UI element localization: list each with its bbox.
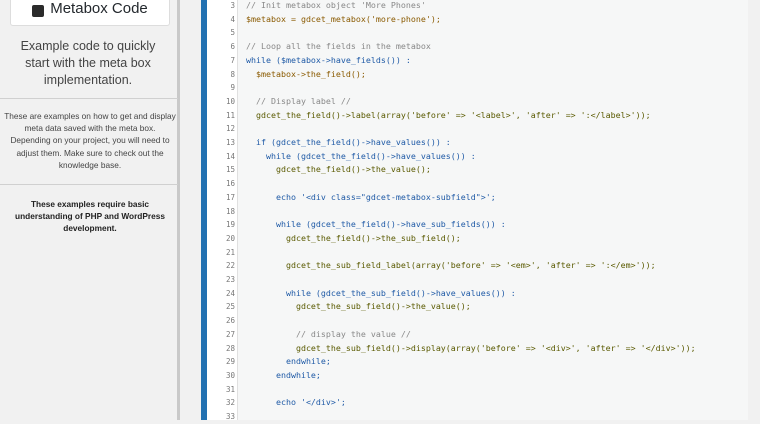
line-number: 15 [225, 165, 235, 175]
line-number: 10 [225, 96, 235, 106]
line-number: 8 [230, 69, 235, 79]
line-number: 31 [225, 384, 235, 394]
title-text: Metabox Code [50, 0, 148, 17]
code-text: gdcet_the_field()->the_value(); [246, 164, 431, 175]
line-number: 11 [225, 110, 235, 120]
line-number: 29 [225, 357, 235, 367]
line-number: 28 [225, 343, 235, 353]
code-content[interactable]: 3 // Init metabox object 'More Phones' 4 $m… [226, 0, 748, 421]
line-number: 27 [225, 329, 235, 339]
line-number: 23 [225, 275, 235, 284]
requirement-text: These examples require basic understandi… [15, 199, 165, 234]
line-number: 18 [225, 206, 235, 216]
page-scrollbar[interactable] [748, 0, 760, 420]
code-text: while (gdcet_the_field()->have_values())… [246, 150, 476, 161]
line-number: 25 [225, 302, 235, 312]
code-text: $metabox->the_field(); [246, 68, 366, 79]
code-text: gdcet_the_field()->label(array('before' … [246, 109, 651, 120]
line-number: 3 [230, 1, 235, 10]
sidebar: Metabox Code Example code to quickly sta… [0, 0, 180, 420]
code-text: gdcet_the_field()->the_sub_field(); [246, 232, 461, 243]
line-number: 20 [225, 233, 235, 243]
line-number: 32 [225, 398, 235, 408]
code-block: 3 // Init metabox object 'More Phones' 4 $m… [201, 0, 748, 421]
code-text: gdcet_the_sub_field()->the_value(); [246, 301, 471, 312]
line-number: 16 [225, 179, 235, 189]
line-number: 13 [225, 138, 235, 147]
code-text: // Init metabox object 'More Phones' [246, 0, 426, 10]
code-text: gdcet_the_sub_field_label(array('before'… [246, 260, 656, 271]
line-number: 12 [225, 124, 235, 134]
line-number: 4 [230, 14, 235, 24]
line-number: 24 [225, 288, 235, 298]
code-text: endwhile; [246, 369, 321, 380]
line-number: 17 [225, 192, 235, 202]
line-number: 7 [230, 55, 235, 65]
line-number: 9 [230, 83, 235, 93]
divider [0, 184, 178, 185]
line-number: 14 [225, 151, 235, 161]
code-text: gdcet_the_sub_field()->display(array('be… [246, 342, 696, 353]
line-number: 26 [225, 316, 235, 326]
line-number: 30 [225, 370, 235, 380]
divider [0, 98, 178, 99]
square-icon [32, 5, 45, 17]
line-number: 5 [230, 28, 235, 38]
subtitle: Example code to quickly start with the m… [20, 39, 156, 87]
line-number: 21 [225, 247, 235, 257]
code-text: while ($metabox->have_fields()) : [246, 54, 411, 65]
code-text: // Display label // [246, 95, 351, 106]
info-text: These are examples on how to get and dis… [4, 111, 176, 170]
line-number: 22 [225, 261, 235, 271]
line-number: 19 [225, 220, 235, 230]
main-area: 3 // Init metabox object 'More Phones' 4 $m… [186, 0, 760, 421]
metabox-code-title: Metabox Code [10, 0, 170, 26]
code-text: // Loop all the fields in the metabox [246, 41, 431, 52]
line-number: 6 [230, 42, 235, 52]
code-text: endwhile; [246, 356, 331, 367]
code-text: // display the value // [246, 328, 411, 339]
code-text: while (gdcet_the_field()->have_sub_field… [246, 219, 506, 230]
code-text: while (gdcet_the_sub_field()->have_value… [246, 287, 516, 298]
code-text: if (gdcet_the_field()->have_values()) : [246, 137, 451, 147]
code-text: echo '</div>'; [246, 397, 346, 408]
code-text: $metabox = gdcet_metabox('more-phone'); [246, 13, 441, 24]
code-text: echo '<div class="gdcet-metabox-subfield… [246, 191, 496, 202]
